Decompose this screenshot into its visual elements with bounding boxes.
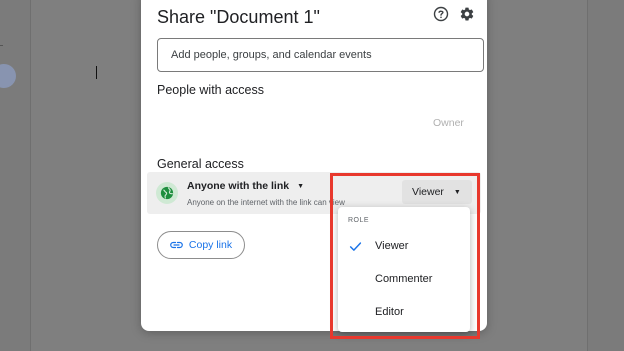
role-option-label: Commenter <box>375 273 433 285</box>
help-button[interactable] <box>432 6 450 27</box>
help-circle-icon <box>433 6 449 27</box>
link-icon <box>170 241 183 249</box>
owner-label: Owner <box>433 117 464 129</box>
role-menu: ROLE Viewer Commenter Editor <box>338 207 470 332</box>
check-icon <box>348 239 362 253</box>
add-people-placeholder: Add people, groups, and calendar events <box>171 49 372 61</box>
gear-icon <box>459 6 475 27</box>
role-option-viewer[interactable]: Viewer <box>338 233 470 259</box>
role-dropdown-label: Viewer <box>412 186 444 198</box>
document-side-bubble <box>0 64 16 88</box>
add-people-input[interactable]: Add people, groups, and calendar events <box>157 38 484 72</box>
role-option-label: Viewer <box>375 240 409 252</box>
general-access-title: General access <box>157 157 244 171</box>
link-access-dropdown[interactable]: Anyone with the link ▼ <box>187 180 304 192</box>
caret-down-icon: ▼ <box>297 182 305 190</box>
people-with-access-title: People with access <box>157 83 265 97</box>
settings-button[interactable] <box>458 7 476 25</box>
caret-down-icon: ▼ <box>453 188 461 196</box>
copy-link-button[interactable]: Copy link <box>157 231 245 259</box>
document-margin-mark <box>0 45 3 46</box>
role-option-editor[interactable]: Editor <box>338 299 470 325</box>
text-cursor <box>96 66 97 79</box>
role-menu-header: ROLE <box>348 217 370 224</box>
role-option-commenter[interactable]: Commenter <box>338 266 470 292</box>
copy-link-label: Copy link <box>188 239 233 251</box>
role-dropdown[interactable]: Viewer ▼ <box>402 180 472 204</box>
globe-icon <box>156 182 178 204</box>
role-option-label: Editor <box>375 306 404 318</box>
access-description: Anyone on the internet with the link can… <box>187 198 345 207</box>
dialog-title: Share "Document 1" <box>157 7 320 27</box>
link-access-label: Anyone with the link <box>187 180 290 192</box>
